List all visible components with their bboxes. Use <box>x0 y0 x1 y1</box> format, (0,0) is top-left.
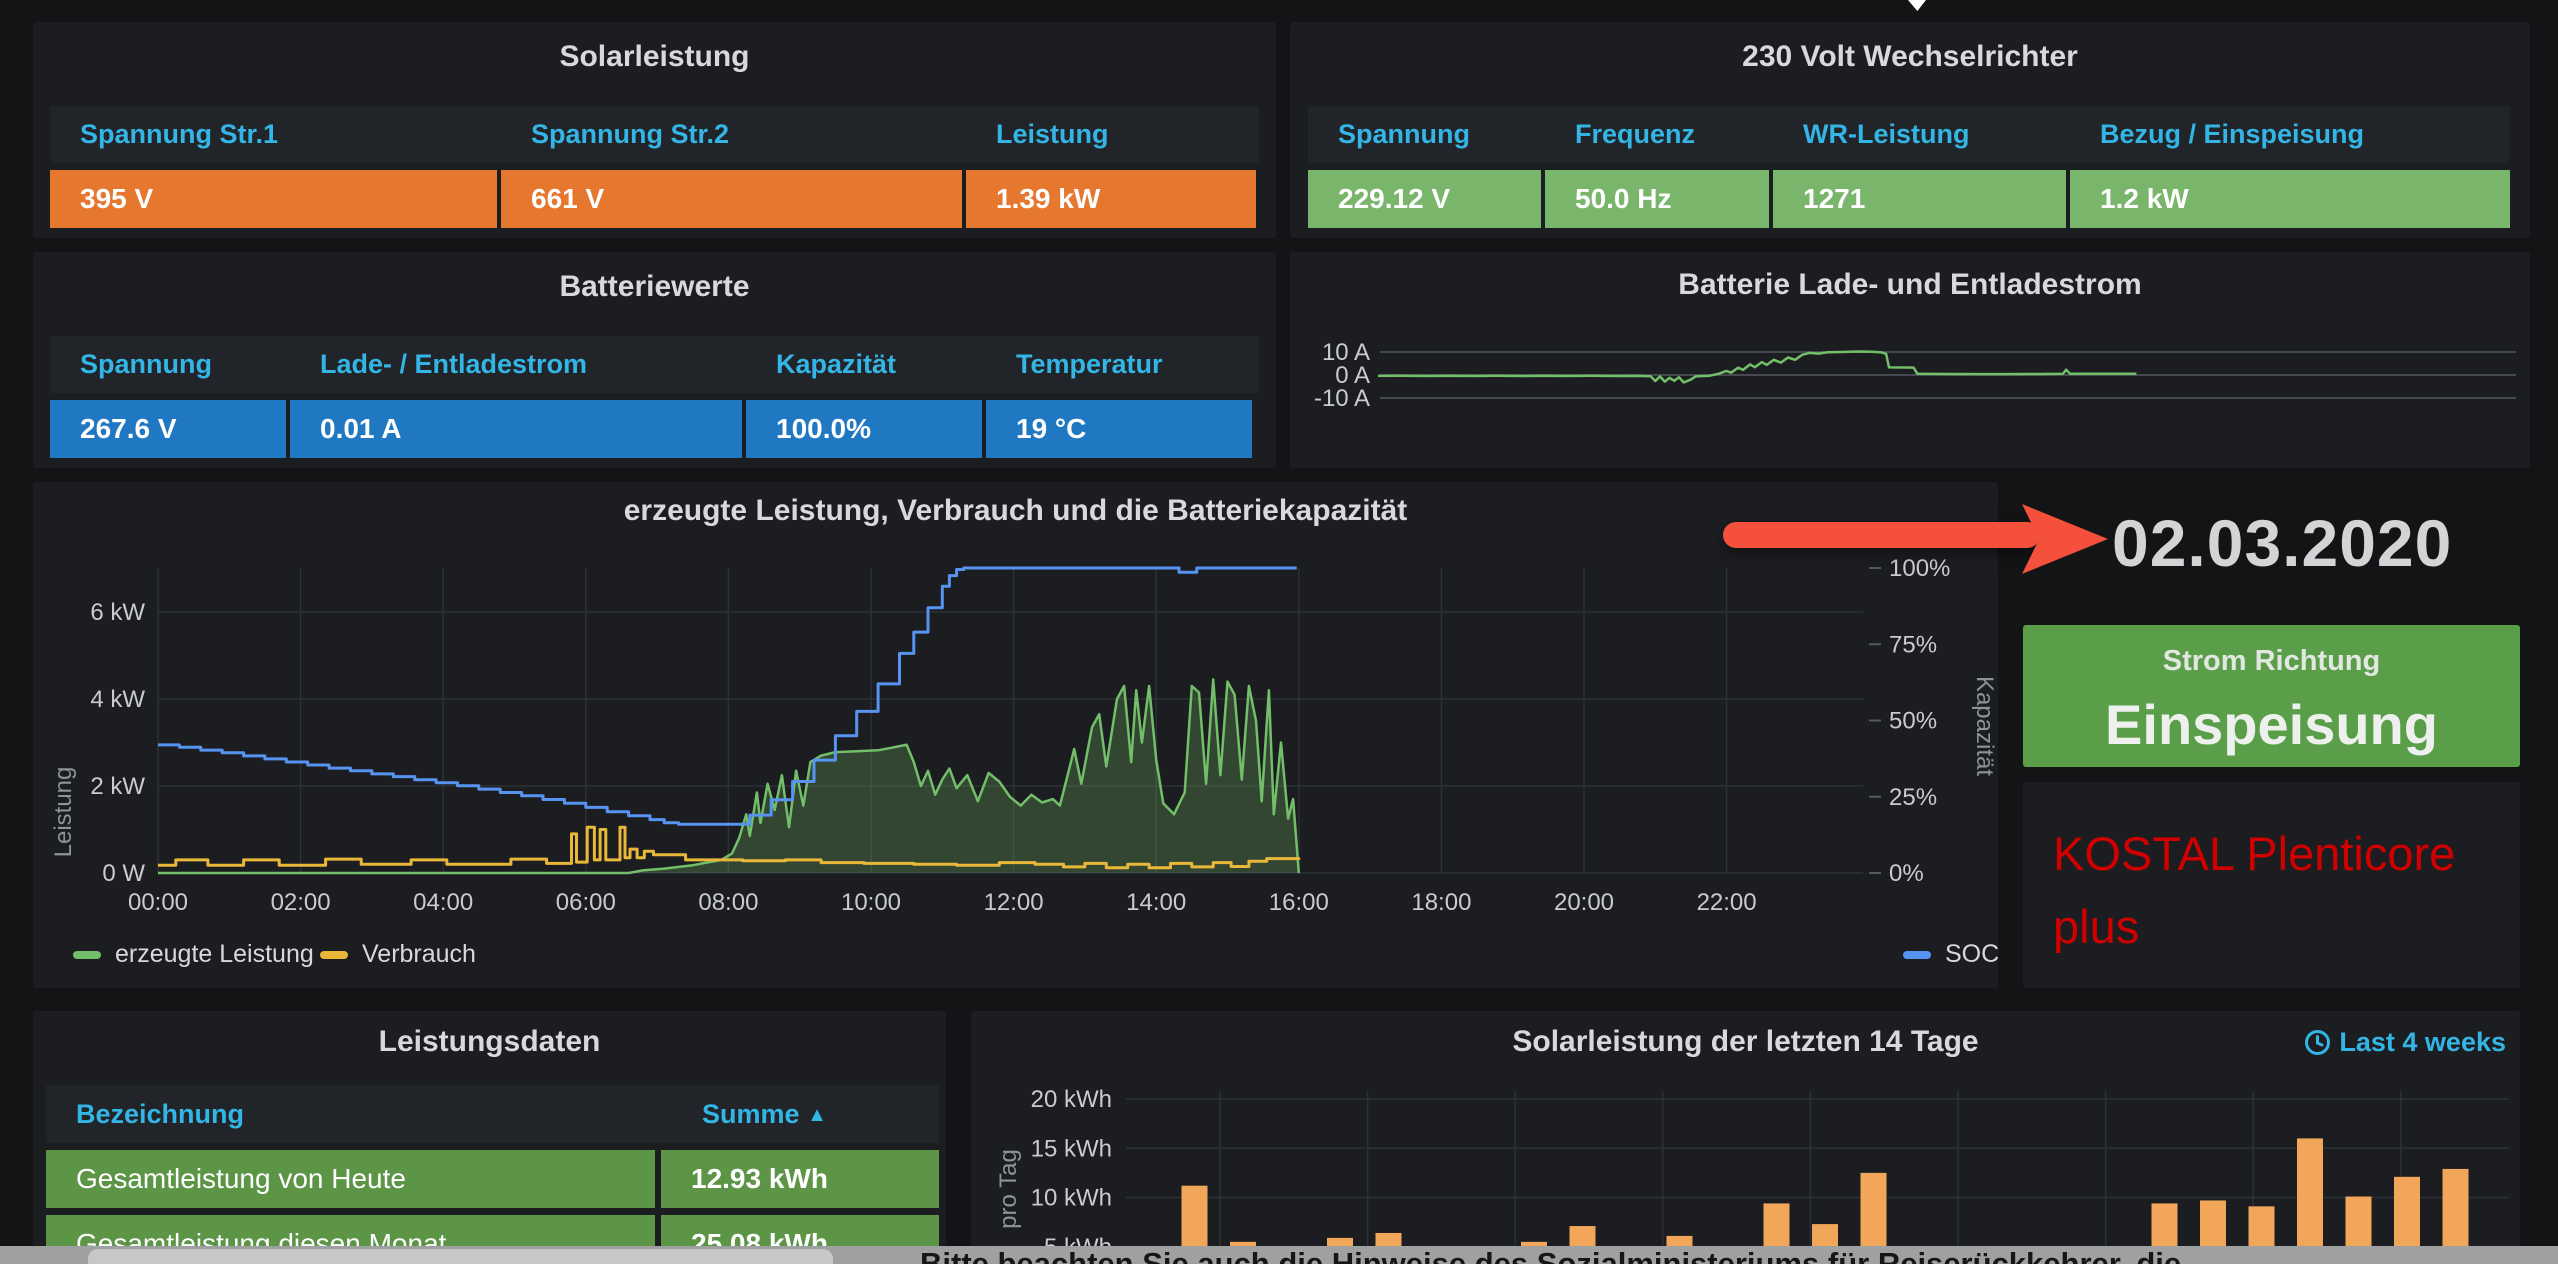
wr-col-header-3[interactable]: WR-Leistung <box>1773 106 2066 163</box>
svg-text:22:00: 22:00 <box>1697 889 1757 916</box>
inverter-model-text: KOSTAL Plenticore plus <box>2023 782 2520 964</box>
svg-text:20 kWh: 20 kWh <box>1031 1086 1112 1113</box>
legend-item-erzeugte-leistung[interactable]: erzeugte Leistung <box>73 940 314 969</box>
svg-text:04:00: 04:00 <box>413 889 473 916</box>
wr-value-bezug-einspeisung: 1.2 kW <box>2070 170 2510 228</box>
batt-value-strom: 0.01 A <box>290 400 742 458</box>
panel-title-batteriewerte[interactable]: Batteriewerte <box>33 270 1276 304</box>
svg-text:100%: 100% <box>1889 555 1950 582</box>
panel-main-chart: erzeugte Leistung, Verbrauch und die Bat… <box>33 482 1998 988</box>
panel-strom-richtung: Strom Richtung Einspeisung <box>2023 625 2520 767</box>
panel-inverter-model: KOSTAL Plenticore plus <box>2023 782 2520 988</box>
background-window-bump <box>88 1249 833 1264</box>
svg-text:18:00: 18:00 <box>1411 889 1471 916</box>
panel-leistungsdaten: Leistungsdaten Bezeichnung Summe ▲ Gesam… <box>33 1011 946 1264</box>
panel-title-leistungsdaten[interactable]: Leistungsdaten <box>33 1025 946 1059</box>
svg-text:06:00: 06:00 <box>556 889 616 916</box>
table-row-heute-label: Gesamtleistung von Heute <box>46 1150 655 1208</box>
legend-label-verbrauch: Verbrauch <box>362 940 476 969</box>
batt-value-kapazitaet: 100.0% <box>746 400 982 458</box>
solar-col-header-1[interactable]: Spannung Str.1 <box>50 106 497 163</box>
table-row-heute-value: 12.93 kWh <box>661 1150 939 1208</box>
svg-text:10:00: 10:00 <box>841 889 901 916</box>
svg-text:25%: 25% <box>1889 784 1937 811</box>
svg-text:08:00: 08:00 <box>698 889 758 916</box>
solar-value-spannung-str2: 661 V <box>501 170 962 228</box>
wr-value-spannung: 229.12 V <box>1308 170 1541 228</box>
legend-swatch-blue <box>1903 951 1931 959</box>
svg-text:10 kWh: 10 kWh <box>1031 1185 1112 1212</box>
panel-solar-14-tage: Solarleistung der letzten 14 Tage Last 4… <box>971 1011 2520 1264</box>
solar-col-header-3[interactable]: Leistung <box>966 106 1256 163</box>
legend-label-erzeugte-leistung: erzeugte Leistung <box>115 940 314 969</box>
wr-value-frequenz: 50.0 Hz <box>1545 170 1769 228</box>
solar-value-spannung-str1: 395 V <box>50 170 497 228</box>
batt-value-spannung: 267.6 V <box>50 400 286 458</box>
solar-value-leistung: 1.39 kW <box>966 170 1256 228</box>
mouse-cursor-fragment <box>1908 0 1926 11</box>
svg-text:20:00: 20:00 <box>1554 889 1614 916</box>
panel-batteriewerte: Batteriewerte Spannung Lade- / Entladest… <box>33 252 1276 468</box>
panel-title-wechselrichter[interactable]: 230 Volt Wechselrichter <box>1290 40 2530 74</box>
svg-text:-10 A: -10 A <box>1314 385 1370 412</box>
svg-text:2 kW: 2 kW <box>90 773 145 800</box>
bottom-cutoff-text: Bitte beachten Sie auch die Hinweise des… <box>920 1246 2181 1264</box>
leistungsdaten-header-summe[interactable]: Summe ▲ <box>672 1085 939 1144</box>
batt-col-header-4[interactable]: Temperatur <box>986 336 1252 393</box>
svg-text:pro Tag: pro Tag <box>995 1149 1022 1229</box>
svg-text:Kapazität: Kapazität <box>1971 676 1998 776</box>
batt-col-header-2[interactable]: Lade- / Entladestrom <box>290 336 742 393</box>
svg-text:0%: 0% <box>1889 860 1924 887</box>
date-annotation: 02.03.2020 <box>2112 505 2452 581</box>
svg-text:4 kW: 4 kW <box>90 686 145 713</box>
legend-swatch-green <box>73 951 101 959</box>
svg-text:14:00: 14:00 <box>1126 889 1186 916</box>
leistungsdaten-header-bezeichnung[interactable]: Bezeichnung <box>46 1085 666 1143</box>
svg-text:12:00: 12:00 <box>984 889 1044 916</box>
batt-col-header-3[interactable]: Kapazität <box>746 336 982 393</box>
svg-text:16:00: 16:00 <box>1269 889 1329 916</box>
svg-text:0 W: 0 W <box>102 860 145 887</box>
svg-text:15 kWh: 15 kWh <box>1031 1135 1112 1162</box>
legend-item-soc[interactable]: SOC <box>1903 940 1999 969</box>
batt-col-header-1[interactable]: Spannung <box>50 336 286 393</box>
svg-text:6 kW: 6 kW <box>90 599 145 626</box>
solar-14-days-bar-chart[interactable]: 5 kWh10 kWh15 kWh20 kWhpro Tag <box>971 1011 2520 1264</box>
wr-col-header-2[interactable]: Frequenz <box>1545 106 1769 163</box>
strom-richtung-value: Einspeisung <box>2023 692 2520 757</box>
sort-ascending-icon: ▲ <box>807 1104 827 1126</box>
battery-current-chart[interactable]: 10 A0 A-10 A <box>1290 252 2530 468</box>
wr-col-header-1[interactable]: Spannung <box>1308 106 1541 163</box>
strom-richtung-title: Strom Richtung <box>2023 645 2520 678</box>
legend-item-verbrauch[interactable]: Verbrauch <box>320 940 476 969</box>
wr-value-wr-leistung: 1271 <box>1773 170 2066 228</box>
red-arrow-annotation <box>1723 522 2040 548</box>
svg-text:50%: 50% <box>1889 708 1937 735</box>
panel-wechselrichter: 230 Volt Wechselrichter Spannung Frequen… <box>1290 22 2530 238</box>
legend-label-soc: SOC <box>1945 940 1999 969</box>
wr-col-header-4[interactable]: Bezug / Einspeisung <box>2070 106 2510 163</box>
panel-solarleistung: Solarleistung Spannung Str.1 Spannung St… <box>33 22 1276 238</box>
panel-title-solarleistung[interactable]: Solarleistung <box>33 40 1276 74</box>
summe-label: Summe <box>702 1099 800 1129</box>
solar-col-header-2[interactable]: Spannung Str.2 <box>501 106 962 163</box>
svg-text:75%: 75% <box>1889 631 1937 658</box>
batt-value-temperatur: 19 °C <box>986 400 1252 458</box>
grafana-solar-dashboard: Solarleistung Spannung Str.1 Spannung St… <box>0 0 2558 1264</box>
svg-text:00:00: 00:00 <box>128 889 188 916</box>
main-chart[interactable]: 00:00 02:00 04:00 06:00 08:00 10:00 12:00 14:00… <box>33 482 1998 988</box>
panel-batteriestrom-chart: Batterie Lade- und Entladestrom 10 A0 A-… <box>1290 252 2530 468</box>
svg-text:Leistung: Leistung <box>50 767 77 858</box>
legend-swatch-yellow <box>320 951 348 959</box>
svg-text:02:00: 02:00 <box>271 889 331 916</box>
